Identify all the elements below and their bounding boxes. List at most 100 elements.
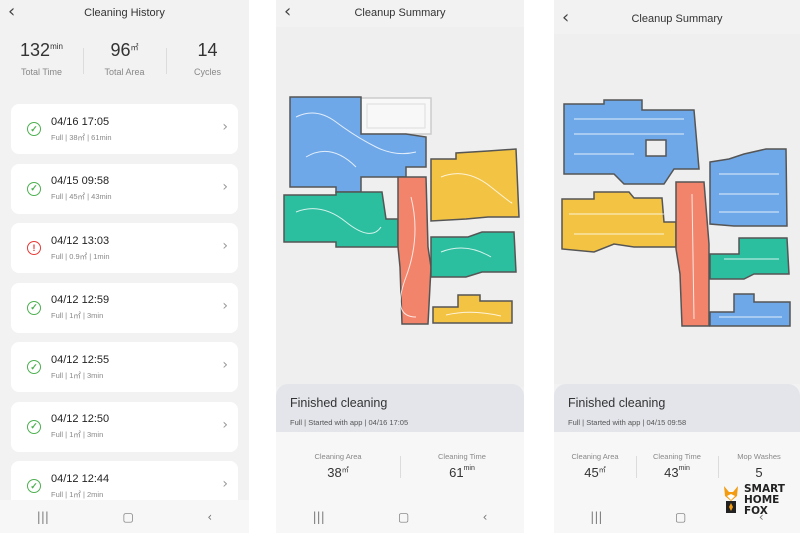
alert-circle-icon: !	[27, 241, 41, 255]
metric-label: Mop Washes	[737, 452, 781, 461]
stat-total-time: 132min Total Time	[0, 40, 83, 77]
stat-unit: min	[50, 42, 63, 51]
check-circle-icon: ✓	[27, 300, 41, 315]
recents-icon[interactable]: |||	[37, 510, 49, 524]
record-detail: Full | 45㎡ | 43min	[51, 192, 112, 201]
back-chevron-icon[interactable]: ‹	[284, 2, 291, 22]
recents-icon[interactable]: |||	[590, 510, 602, 524]
stat-cycles: 14 Cycles	[166, 40, 249, 77]
smart-home-fox-logo: SMART HOME FOX	[722, 484, 785, 518]
cleanup-summary-screen-1: ‹ Cleanup Summary Finished cleaning Full…	[276, 0, 524, 533]
header: ‹ Cleanup Summary	[276, 0, 524, 26]
header: ‹ Cleaning History	[0, 0, 249, 26]
history-record[interactable]: ✓ 04/16 17:05 Full | 38㎡ | 61min ›	[11, 104, 238, 154]
cleaning-history-screen: ‹ Cleaning History 132min Total Time 96㎡…	[0, 0, 249, 533]
record-datetime: 04/12 13:03	[51, 234, 110, 247]
metric-label: Cleaning Time	[438, 452, 486, 461]
check-circle-icon: ✓	[27, 360, 41, 374]
status-title: Finished cleaning	[568, 396, 666, 410]
history-record[interactable]: ✓ 04/12 12:55 Full | 1㎡ | 3min ›	[11, 342, 238, 392]
room-yellow-lower	[432, 294, 513, 324]
record-datetime: 04/12 12:50	[51, 413, 110, 425]
stats-row: 132min Total Time 96㎡ Total Area 14 Cycl…	[0, 40, 249, 77]
metric-label: Cleaning Area	[314, 452, 362, 461]
status-panel: Finished cleaning Full | Started with ap…	[554, 384, 800, 432]
chevron-right-icon: ›	[222, 178, 228, 195]
history-record[interactable]: ✓ 04/12 12:50 Full | 1㎡ | 3min ›	[11, 401, 238, 452]
history-record[interactable]: ✓ 04/12 12:59 Full | 1㎡ | 3min ›	[11, 282, 238, 333]
check-circle-icon: ✓	[27, 181, 41, 196]
home-icon[interactable]: ▢	[122, 510, 133, 524]
metric-unit: min	[678, 465, 690, 472]
room-yellow-upper	[430, 148, 520, 222]
metric-cleaning-time: Cleaning Time 61min	[400, 452, 524, 480]
metric-value: 45	[584, 465, 599, 480]
map-svg	[561, 99, 791, 327]
metric-value: 38	[327, 465, 342, 480]
back-icon[interactable]: ‹	[483, 510, 488, 524]
page-title: Cleanup Summary	[631, 13, 723, 25]
metric-mop-washes: Mop Washes 5	[718, 452, 800, 480]
metric-value: 5	[755, 465, 763, 480]
cleaning-map[interactable]	[554, 34, 800, 384]
record-datetime: 04/12 12:44	[51, 472, 110, 485]
check-circle-icon: ✓	[27, 122, 41, 136]
history-list: ✓ 04/16 17:05 Full | 38㎡ | 61min › ✓ 04/15 09…	[11, 104, 238, 521]
metrics-row: Cleaning Area 38㎡ Cleaning Time 61min	[276, 432, 524, 500]
page-title: Cleaning History	[84, 7, 165, 19]
back-chevron-icon[interactable]: ‹	[562, 8, 569, 28]
header: ‹ Cleanup Summary	[554, 6, 800, 32]
check-circle-icon: ✓	[27, 419, 41, 434]
record-detail: Full | 1㎡ | 3min	[51, 370, 104, 380]
stat-label: Cycles	[193, 67, 221, 77]
cleaning-map[interactable]	[276, 27, 524, 387]
stat-total-area: 96㎡ Total Area	[83, 40, 166, 77]
android-nav-bar: ||| ▢ ‹	[276, 500, 524, 533]
back-chevron-icon[interactable]: ‹	[8, 2, 15, 22]
fox-icon	[724, 486, 738, 513]
history-record[interactable]: ✓ 04/15 09:58 Full | 45㎡ | 43min ›	[11, 163, 238, 214]
metric-unit: ㎡	[598, 467, 606, 474]
room-teal-right	[430, 231, 517, 278]
cleanup-summary-screen-2: ‹ Cleanup Summary Finished cleaning Full…	[554, 0, 800, 533]
record-datetime: 04/12 12:55	[51, 353, 110, 366]
stat-label: Total Time	[20, 67, 62, 77]
record-datetime: 04/12 12:59	[51, 294, 110, 306]
history-record[interactable]: ! 04/12 13:03 Full | 0.9㎡ | 1min ›	[11, 223, 238, 273]
recents-icon[interactable]: |||	[313, 510, 325, 524]
metric-value: 43	[664, 465, 679, 480]
android-nav-bar: ||| ▢ ‹	[0, 500, 249, 533]
metric-unit: ㎡	[341, 467, 349, 474]
check-circle-icon: ✓	[27, 479, 41, 493]
metric-label: Cleaning Time	[653, 452, 701, 461]
stat-label: Total Area	[104, 67, 145, 77]
back-icon[interactable]: ‹	[207, 510, 212, 524]
record-detail: Full | 0.9㎡ | 1min	[51, 251, 110, 261]
room-yellow	[561, 191, 677, 253]
room-teal	[283, 191, 399, 248]
record-datetime: 04/16 17:05	[51, 115, 110, 128]
chevron-right-icon: ›	[222, 476, 228, 492]
chevron-right-icon: ›	[222, 238, 228, 254]
page-title: Cleanup Summary	[354, 7, 446, 19]
chevron-right-icon: ›	[222, 416, 228, 433]
home-icon[interactable]: ▢	[675, 510, 686, 524]
record-detail: Full | 1㎡ | 3min	[51, 311, 104, 320]
metric-value: 61	[449, 465, 464, 480]
room-salmon	[397, 176, 432, 325]
stat-value: 14	[197, 40, 218, 60]
chevron-right-icon: ›	[222, 297, 228, 314]
metric-unit: min	[463, 465, 475, 472]
furniture-outline	[360, 97, 432, 135]
status-title: Finished cleaning	[290, 396, 388, 410]
metric-cleaning-area: Cleaning Area 38㎡	[276, 452, 400, 480]
room-cutout	[645, 139, 667, 157]
home-icon[interactable]: ▢	[398, 510, 409, 524]
metric-cleaning-time: Cleaning Time 43min	[636, 452, 718, 480]
brand-line: FOX	[744, 505, 768, 517]
chevron-right-icon: ›	[222, 119, 228, 135]
room-blue-lower	[709, 293, 791, 327]
record-datetime: 04/15 09:58	[51, 175, 110, 187]
status-panel: Finished cleaning Full | Started with ap…	[276, 384, 524, 432]
status-meta: Full | Started with app | 04/15 09:58	[568, 418, 687, 427]
